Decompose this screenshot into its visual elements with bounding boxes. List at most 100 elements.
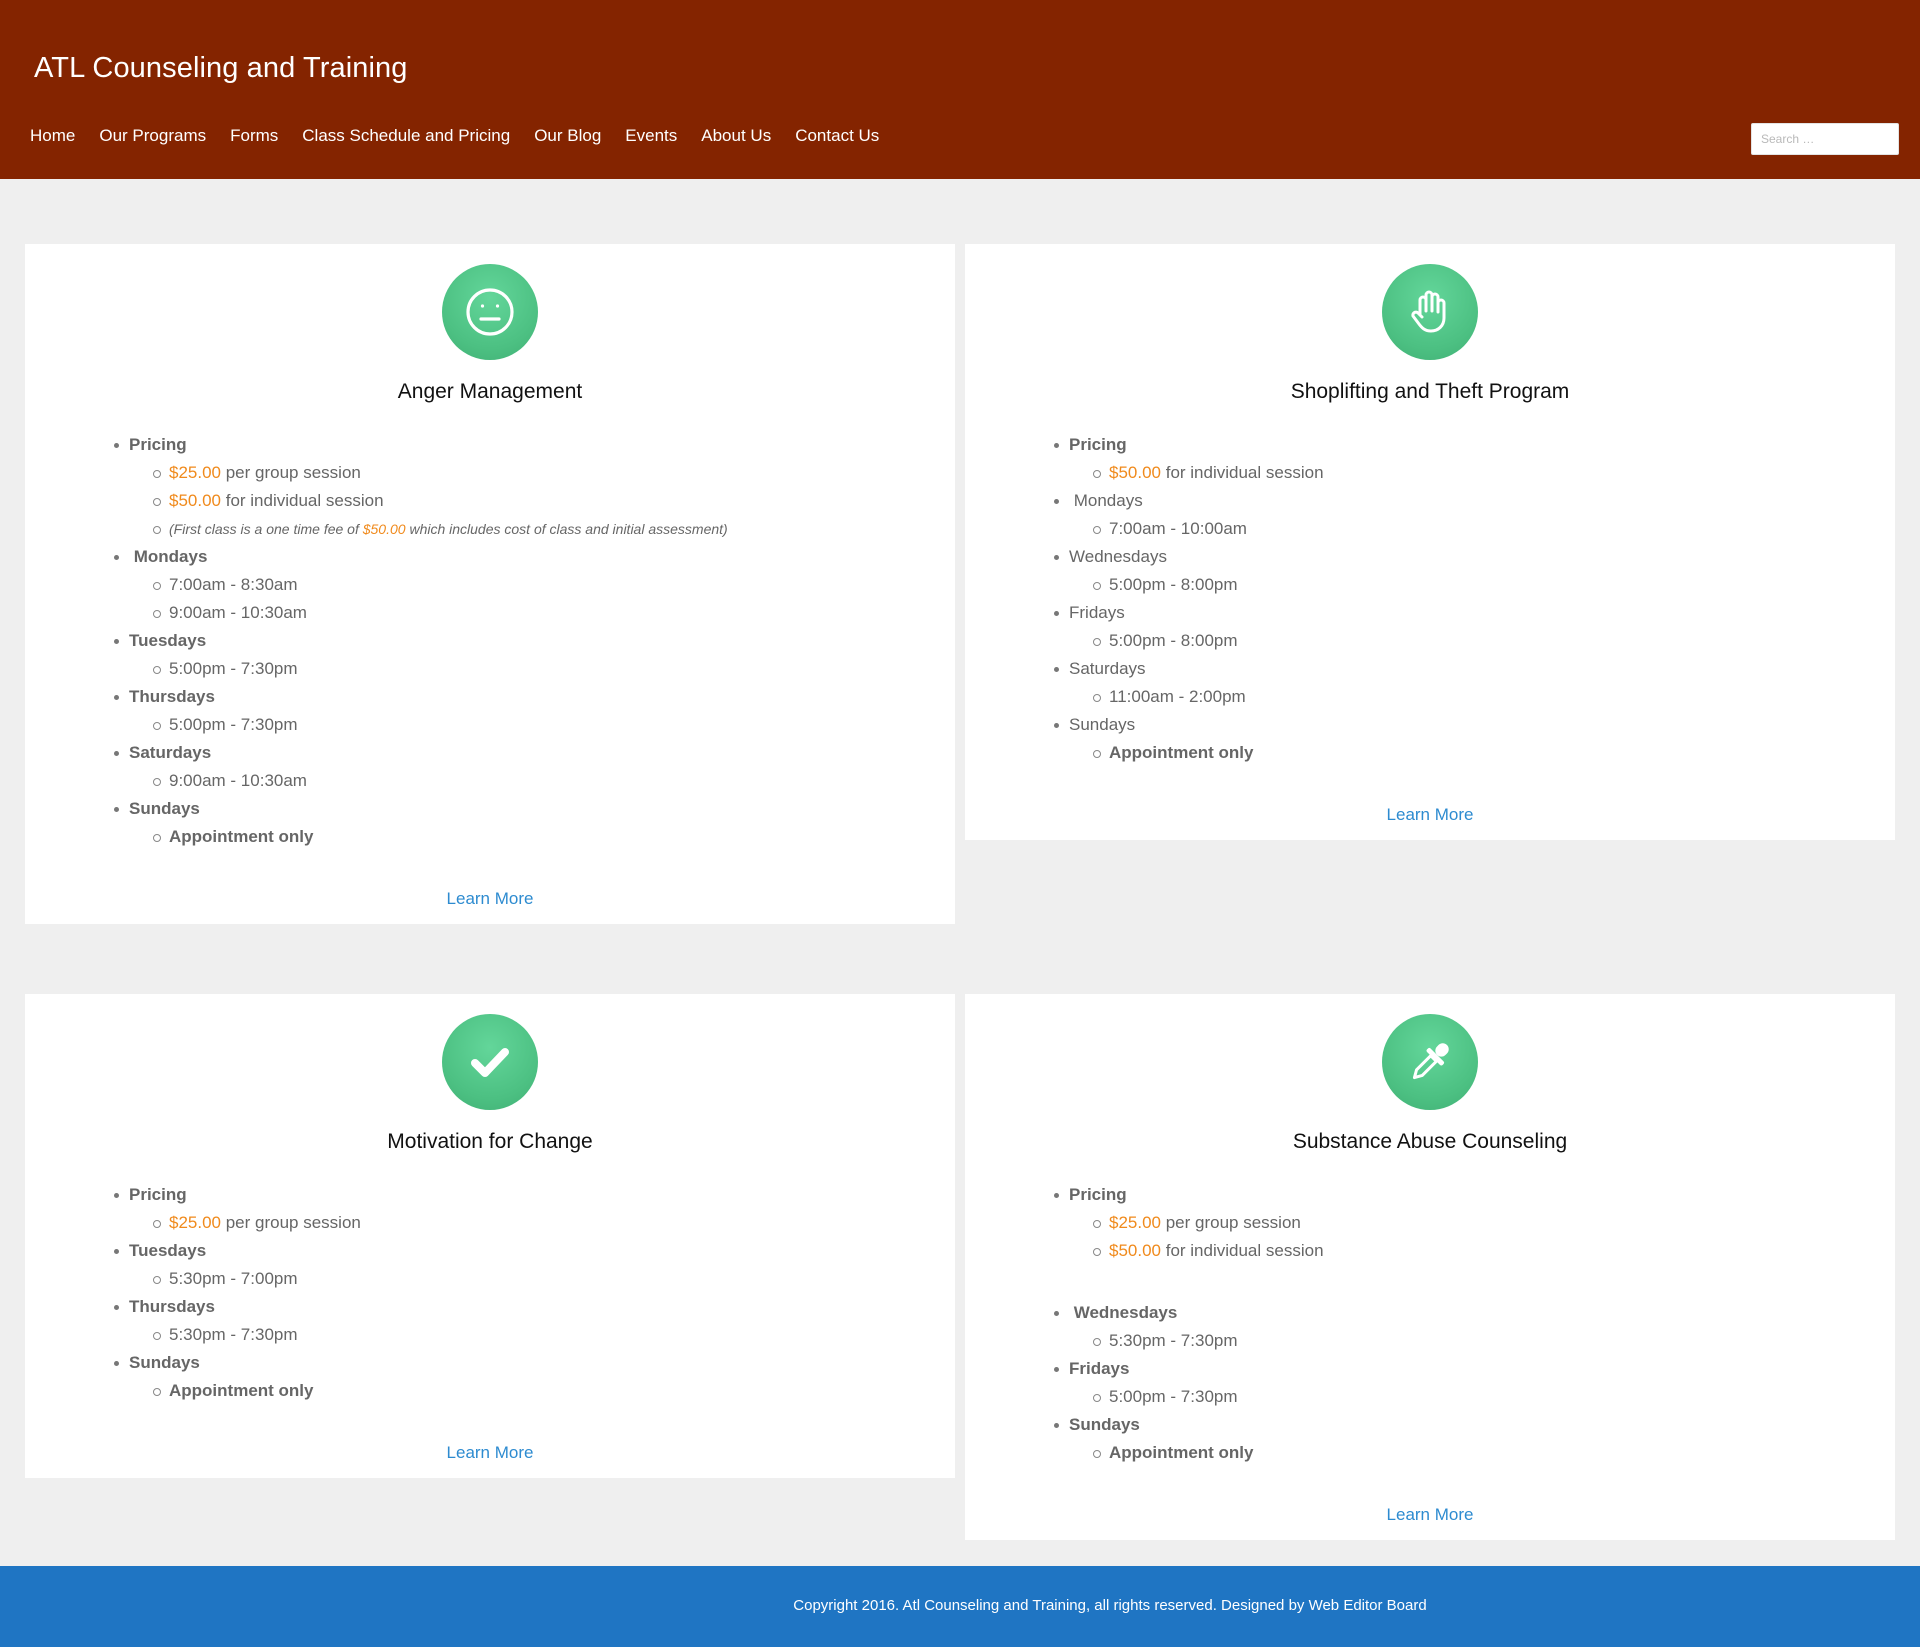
sub-item: 5:30pm - 7:00pm — [129, 1265, 361, 1293]
sub-item: 5:00pm - 8:00pm — [1069, 627, 1324, 655]
price-description: for individual session — [221, 491, 384, 510]
sub-item: $50.00 for individual session — [1069, 1237, 1324, 1265]
sub-list: Appointment only — [1069, 739, 1324, 767]
sub-list: 5:30pm - 7:30pm — [1069, 1327, 1324, 1355]
day-label: Saturdays — [129, 743, 212, 762]
list-item: Pricing $25.00 per group session $50.00 fo… — [105, 431, 728, 543]
learn-more-link[interactable]: Learn More — [25, 1443, 955, 1463]
day-label: Thursdays — [129, 687, 215, 706]
day-label: Pricing — [129, 1185, 187, 1204]
sub-list: Appointment only — [129, 823, 728, 851]
sub-item: 5:00pm - 8:00pm — [1069, 571, 1324, 599]
price-description: for individual session — [1161, 463, 1324, 482]
program-title: Substance Abuse Counseling — [1292, 1130, 1568, 1153]
sub-list: 5:00pm - 7:30pm — [129, 711, 728, 739]
sub-item: $50.00 for individual session — [1069, 459, 1324, 487]
learn-more-link[interactable]: Learn More — [965, 1505, 1895, 1525]
sub-list: 5:30pm - 7:00pm — [129, 1265, 361, 1293]
nav-forms[interactable]: Forms — [230, 126, 278, 146]
sub-item: Appointment only — [129, 823, 728, 851]
sub-item: (First class is a one time fee of $50.00… — [129, 515, 728, 543]
list-item: Saturdays 9:00am - 10:30am — [105, 739, 728, 795]
learn-more-link[interactable]: Learn More — [25, 889, 955, 909]
eyedropper-icon — [1382, 1014, 1478, 1110]
list-item: Mondays 7:00am - 10:00am — [1045, 487, 1324, 543]
sub-list: 5:00pm - 8:00pm — [1069, 627, 1324, 655]
day-label: Saturdays — [1069, 659, 1146, 678]
nav-contact-us[interactable]: Contact Us — [795, 126, 879, 146]
sub-item: 5:30pm - 7:30pm — [129, 1321, 361, 1349]
list-item: Sundays Appointment only — [105, 1349, 361, 1405]
list-item: Pricing $25.00 per group session $50.00 fo… — [1045, 1181, 1324, 1265]
sub-item: 9:00am - 10:30am — [129, 767, 728, 795]
day-label: Sundays — [129, 1353, 200, 1372]
list-item: Sundays Appointment only — [105, 795, 728, 851]
time-slot: 11:00am - 2:00pm — [1109, 687, 1246, 706]
learn-more-link[interactable]: Learn More — [965, 805, 1895, 825]
sub-list: 11:00am - 2:00pm — [1069, 683, 1324, 711]
price-value: $25.00 — [1109, 1213, 1161, 1232]
sub-item: 5:00pm - 7:30pm — [129, 655, 728, 683]
time-slot: Appointment only — [1109, 743, 1254, 762]
list-item: Fridays 5:00pm - 8:00pm — [1045, 599, 1324, 655]
program-title: Anger Management — [397, 380, 583, 403]
day-label: Sundays — [1069, 715, 1136, 734]
program-card: Motivation for Change Pricing $25.00 per … — [25, 994, 955, 1478]
program-title: Motivation for Change — [387, 1130, 593, 1153]
nav-about-us[interactable]: About Us — [701, 126, 771, 146]
price-value: $50.00 — [1109, 1241, 1161, 1260]
list-item: Tuesdays 5:30pm - 7:00pm — [105, 1237, 361, 1293]
day-label: Pricing — [1069, 435, 1127, 454]
day-label: Wednesdays — [1069, 1303, 1178, 1322]
search-input[interactable] — [1751, 123, 1899, 155]
schedule-list: Pricing $50.00 for individual session Mon… — [1045, 431, 1324, 767]
designer-link[interactable]: Web Editor Board — [1309, 1597, 1427, 1614]
checkmark-icon — [442, 1014, 538, 1110]
program-card: Substance Abuse Counseling Pricing $25.00… — [965, 994, 1895, 1540]
nav-our-blog[interactable]: Our Blog — [534, 126, 601, 146]
list-item: Thursdays 5:00pm - 7:30pm — [105, 683, 728, 739]
day-label: Mondays — [129, 547, 208, 566]
time-slot: Appointment only — [1109, 1443, 1254, 1462]
nav-home[interactable]: Home — [30, 126, 75, 146]
sub-item: 5:30pm - 7:30pm — [1069, 1327, 1324, 1355]
nav-class-schedule[interactable]: Class Schedule and Pricing — [302, 126, 510, 146]
time-slot: 5:00pm - 7:30pm — [169, 715, 298, 734]
site-title[interactable]: ATL Counseling and Training — [34, 52, 407, 85]
time-slot: 5:00pm - 7:30pm — [1109, 1387, 1238, 1406]
price-description: per group session — [221, 463, 361, 482]
price-value: $50.00 — [362, 521, 406, 537]
nav-events[interactable]: Events — [625, 126, 677, 146]
site-header: ATL Counseling and Training Home Our Pro… — [0, 0, 1920, 179]
day-label: Wednesdays — [1069, 547, 1167, 566]
nav-our-programs[interactable]: Our Programs — [99, 126, 206, 146]
sub-item: 7:00am - 8:30am — [129, 571, 728, 599]
time-slot: Appointment only — [169, 827, 314, 846]
list-item: Pricing $25.00 per group session — [105, 1181, 361, 1237]
main-nav: Home Our Programs Forms Class Schedule a… — [30, 126, 903, 146]
list-item: Tuesdays 5:00pm - 7:30pm — [105, 627, 728, 683]
sub-list: 5:00pm - 8:00pm — [1069, 571, 1324, 599]
day-label: Mondays — [1069, 491, 1143, 510]
sub-list: 5:30pm - 7:30pm — [129, 1321, 361, 1349]
price-description: per group session — [221, 1213, 361, 1232]
time-slot: 9:00am - 10:30am — [169, 771, 307, 790]
day-label: Sundays — [129, 799, 200, 818]
list-item: Wednesdays 5:00pm - 8:00pm — [1045, 543, 1324, 599]
neutral-face-icon — [442, 264, 538, 360]
price-value: $25.00 — [169, 1213, 221, 1232]
program-card: Shoplifting and Theft Program Pricing $50… — [965, 244, 1895, 840]
sub-item: 5:00pm - 7:30pm — [1069, 1383, 1324, 1411]
sub-list: 5:00pm - 7:30pm — [129, 655, 728, 683]
day-label: Thursdays — [129, 1297, 215, 1316]
price-value: $25.00 — [169, 463, 221, 482]
program-card: Anger Management Pricing $25.00 per group… — [25, 244, 955, 924]
day-label: Tuesdays — [129, 1241, 207, 1260]
sub-item: 7:00am - 10:00am — [1069, 515, 1324, 543]
list-item: Fridays 5:00pm - 7:30pm — [1045, 1355, 1324, 1411]
list-item: Wednesdays 5:30pm - 7:30pm — [1045, 1299, 1324, 1355]
sub-list: $25.00 per group session — [129, 1209, 361, 1237]
site-footer: Copyright 2016. Atl Counseling and Train… — [0, 1566, 1920, 1647]
day-label: Sundays — [1069, 1415, 1140, 1434]
sub-item: $25.00 per group session — [129, 459, 728, 487]
